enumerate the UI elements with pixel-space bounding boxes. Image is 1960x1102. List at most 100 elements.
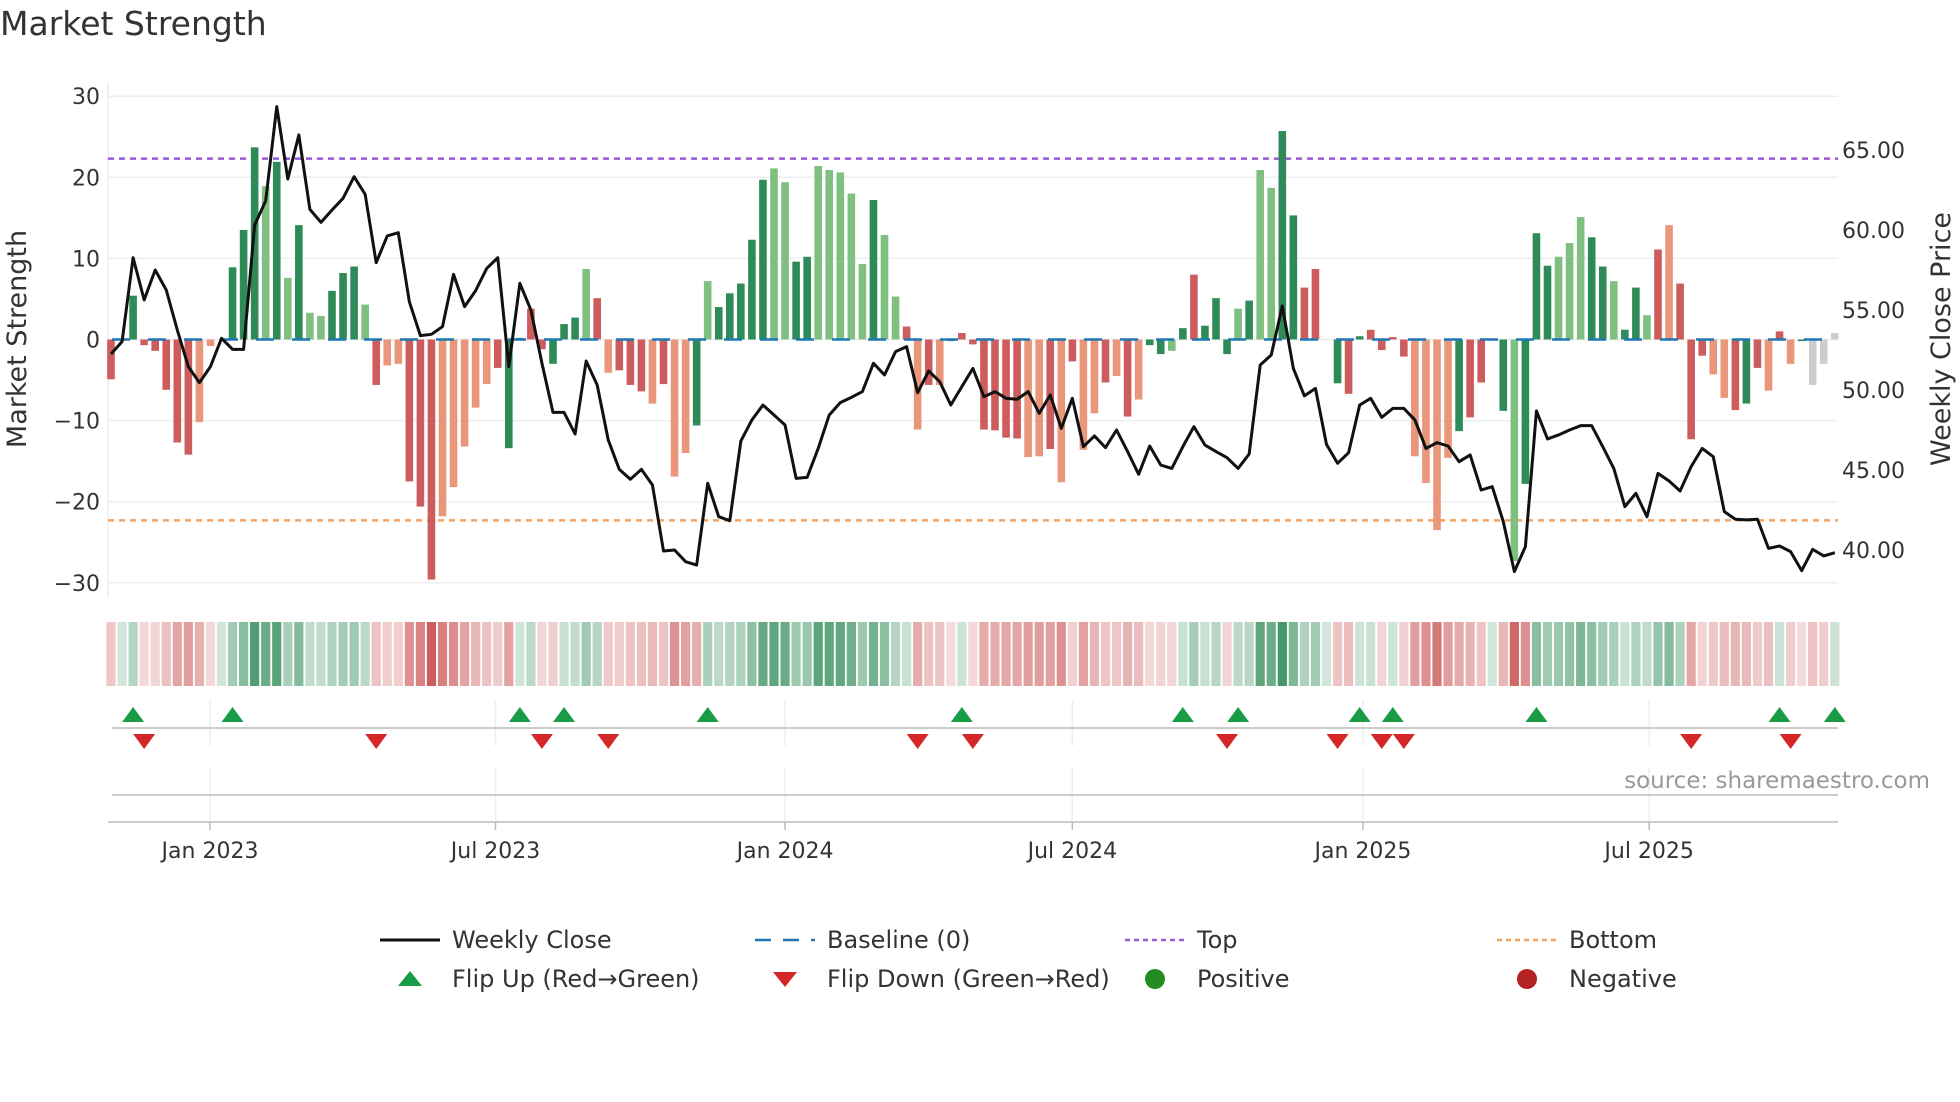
strength-bar <box>1554 256 1563 340</box>
market-strength-chart: 30 20 10 0 −10 −20 −30 65.00 60.00 55.00 50.00 45.0… <box>2 82 1957 864</box>
heat-cell <box>1189 622 1199 686</box>
strength-bar <box>858 264 867 340</box>
strength-bar <box>1819 339 1828 364</box>
x-tick-label: Jan 2023 <box>160 839 259 864</box>
flip-up-marker <box>1823 707 1846 722</box>
heat-cell <box>1719 622 1729 686</box>
legend-label: Positive <box>1197 965 1290 993</box>
strength-bar <box>604 339 613 373</box>
strength-bar <box>272 161 281 340</box>
strength-bar <box>560 324 568 340</box>
heat-cell <box>913 622 923 686</box>
strength-bar <box>1731 339 1740 411</box>
strength-bar <box>626 339 635 385</box>
strength-bar <box>1223 339 1231 355</box>
y2-tick-label: 40.00 <box>1842 539 1905 564</box>
heat-cell <box>1156 622 1166 686</box>
heat-cell <box>1310 622 1321 686</box>
legend-item-baseline: Baseline (0) <box>755 925 970 955</box>
heat-cell <box>1830 622 1840 686</box>
heat-cell <box>1786 622 1796 686</box>
strength-bar <box>1411 339 1419 457</box>
flip-down-marker <box>365 734 388 749</box>
strength-bar <box>1444 339 1452 458</box>
strength-bar <box>1234 308 1242 340</box>
strength-bar <box>726 293 734 340</box>
heat-cell <box>1012 622 1022 686</box>
strength-bar <box>670 339 679 477</box>
strength-bar <box>1720 339 1729 398</box>
legend-label: Bottom <box>1569 926 1658 954</box>
legend-label: Top <box>1197 926 1238 954</box>
heat-cell <box>426 622 437 686</box>
heat-cell <box>1675 622 1685 686</box>
strength-bar <box>880 234 889 340</box>
legend-item-bottom: Bottom <box>1497 925 1657 955</box>
heat-cell <box>515 622 525 686</box>
heat-cell <box>1255 622 1265 686</box>
heat-cell <box>504 622 514 686</box>
strength-bar <box>1455 339 1463 432</box>
flip-up-marker <box>122 707 145 722</box>
strength-bar <box>284 277 292 340</box>
legend-item-positive: Positive <box>1125 964 1290 994</box>
strength-bar <box>1333 339 1342 384</box>
heat-cell <box>1321 622 1332 686</box>
heat-cell <box>1167 622 1177 686</box>
strength-bar <box>980 339 988 430</box>
heat-cell <box>437 622 448 686</box>
strength-bar <box>1112 339 1121 376</box>
strength-bar <box>1543 265 1552 340</box>
flip-up-marker <box>508 707 531 722</box>
strength-bar <box>1621 329 1629 340</box>
flip-up-marker <box>221 707 244 722</box>
legend-top-symbol-icon <box>1125 938 1185 942</box>
heat-cell <box>1498 622 1508 686</box>
heat-cell <box>216 622 227 686</box>
y-tick-label: 0 <box>86 329 100 354</box>
legend-flip-down-symbol-icon <box>773 972 797 987</box>
strength-bar <box>328 290 336 340</box>
heat-cell <box>1377 622 1387 686</box>
heat-cell <box>1399 622 1409 686</box>
heat-cell <box>857 622 867 686</box>
strength-bar <box>1101 339 1110 383</box>
strength-bar <box>1289 215 1298 340</box>
strength-bar <box>372 339 380 385</box>
y-tick-label: −20 <box>54 491 100 516</box>
heat-cell <box>902 622 912 686</box>
heat-cell <box>1277 622 1287 686</box>
heat-cell <box>681 622 691 686</box>
heat-cell <box>625 622 635 686</box>
flip-down-marker <box>1370 734 1393 749</box>
y2-tick-label: 50.00 <box>1842 379 1905 404</box>
heat-cell <box>1609 622 1619 686</box>
legend-label: Flip Up (Red→Green) <box>452 965 700 993</box>
strength-bar <box>1134 339 1143 400</box>
strength-bar <box>1212 298 1220 340</box>
strength-bar <box>471 339 480 408</box>
heat-cell <box>1553 622 1564 686</box>
heat-cell <box>1520 622 1530 686</box>
flip-up-marker <box>553 707 576 722</box>
flip-down-marker <box>530 734 553 749</box>
strength-bar <box>1521 339 1530 484</box>
flip-up-marker <box>696 707 719 722</box>
flip-down-marker <box>1779 734 1802 749</box>
flip-up-marker <box>950 707 973 722</box>
heat-cell <box>1686 622 1696 686</box>
heat-cell <box>183 622 193 686</box>
heat-cell <box>349 622 359 686</box>
heat-cell <box>537 622 547 686</box>
heat-cell <box>747 622 757 686</box>
strength-bar <box>1422 339 1430 484</box>
heat-cell <box>1410 622 1420 686</box>
heat-cell <box>471 622 481 686</box>
heat-cell <box>1332 622 1343 686</box>
strength-bar <box>1643 315 1651 340</box>
strength-bar <box>659 339 668 385</box>
strength-bar <box>814 165 822 340</box>
legend-item-flip-up: Flip Up (Red→Green) <box>380 964 700 994</box>
strength-bar <box>151 339 159 351</box>
heat-cell <box>1432 622 1442 686</box>
